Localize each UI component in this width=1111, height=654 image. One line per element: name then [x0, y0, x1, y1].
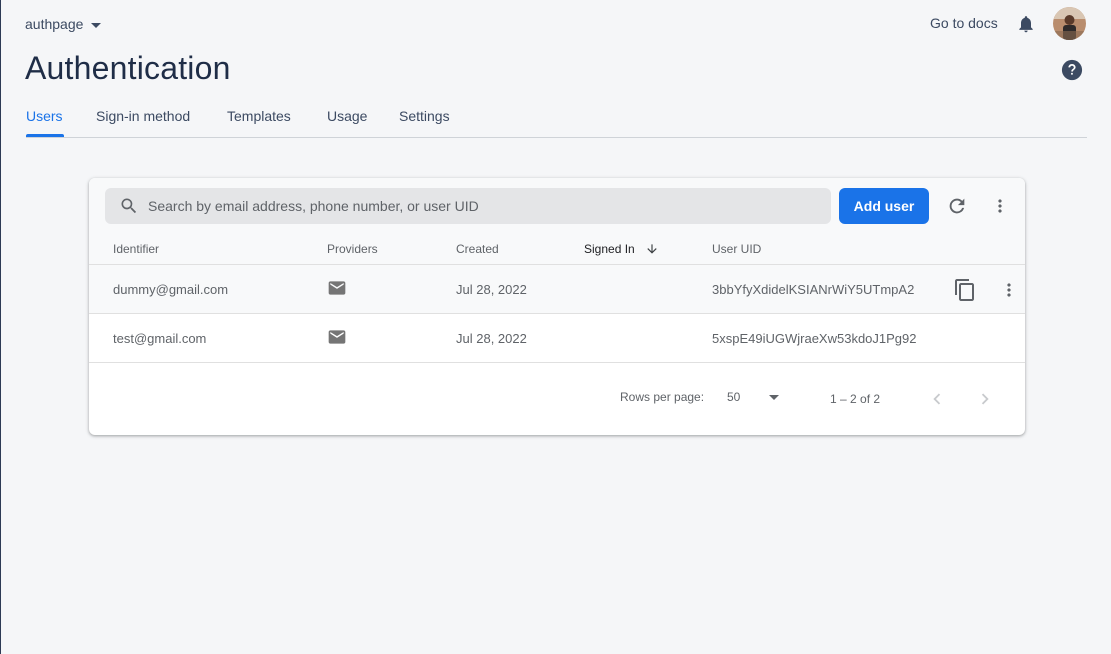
pagination: Rows per page: 50 1 – 2 of 2: [89, 374, 1025, 422]
page-title: Authentication: [25, 50, 231, 86]
column-signed-in[interactable]: Signed In: [584, 242, 659, 256]
go-to-docs-link[interactable]: Go to docs: [930, 15, 998, 31]
table-row[interactable]: test@gmail.com Jul 28, 2022 5xspE49iUGWj…: [89, 313, 1025, 363]
user-avatar[interactable]: [1053, 7, 1086, 40]
column-signed-in-label: Signed In: [584, 242, 635, 256]
rows-per-page-label: Rows per page:: [620, 390, 705, 404]
tab-bar: Users Sign-in method Templates Usage Set…: [26, 100, 1087, 138]
bell-icon[interactable]: [1016, 13, 1036, 35]
tab-sign-in-method[interactable]: Sign-in method: [96, 108, 190, 124]
page-range: 1 – 2 of 2: [830, 392, 881, 406]
users-card: Add user Identifier Providers Created Si…: [89, 178, 1025, 435]
more-vert-icon[interactable]: [999, 280, 1019, 300]
identifier-cell: dummy@gmail.com: [113, 282, 229, 297]
created-cell: Jul 28, 2022: [456, 331, 527, 346]
chevron-right-icon[interactable]: [974, 388, 996, 410]
search-input[interactable]: [148, 188, 808, 224]
email-icon: [328, 281, 346, 295]
top-bar: authpage Go to docs: [1, 0, 1111, 48]
chevron-down-icon: [769, 394, 779, 400]
tab-users[interactable]: Users: [26, 108, 63, 124]
project-selector[interactable]: authpage: [25, 16, 102, 32]
identifier-cell: test@gmail.com: [113, 331, 207, 346]
created-cell: Jul 28, 2022: [456, 282, 527, 297]
chevron-left-icon[interactable]: [926, 388, 948, 410]
table-row[interactable]: dummy@gmail.com Jul 28, 2022 3bbYfyXdide…: [89, 264, 1025, 313]
arrow-down-icon: [647, 244, 657, 254]
refresh-icon[interactable]: [946, 195, 968, 217]
rows-per-page-select[interactable]: 50: [727, 390, 779, 404]
column-user-uid: User UID: [712, 242, 762, 256]
search-box[interactable]: [105, 188, 831, 224]
tab-templates[interactable]: Templates: [227, 108, 291, 124]
chevron-down-icon: [91, 22, 102, 28]
tab-usage[interactable]: Usage: [327, 108, 367, 124]
active-tab-indicator: [26, 134, 64, 137]
help-icon[interactable]: [1061, 59, 1083, 81]
rows-per-page-value: 50: [727, 390, 741, 404]
add-user-button[interactable]: Add user: [839, 188, 929, 224]
search-icon: [121, 198, 137, 214]
table-header: Add user Identifier Providers Created Si…: [89, 178, 1025, 264]
uid-cell: 3bbYfyXdidelKSIANrWiY5UTmpA2: [712, 282, 915, 297]
tab-settings[interactable]: Settings: [399, 108, 450, 124]
project-name: authpage: [25, 16, 84, 32]
column-created: Created: [456, 242, 499, 256]
copy-icon[interactable]: [953, 278, 977, 302]
uid-cell: 5xspE49iUGWjraeXw53kdoJ1Pg92: [712, 331, 917, 346]
email-icon: [328, 330, 346, 344]
column-identifier: Identifier: [113, 242, 160, 256]
more-vert-icon[interactable]: [990, 196, 1010, 216]
column-providers: Providers: [327, 242, 378, 256]
